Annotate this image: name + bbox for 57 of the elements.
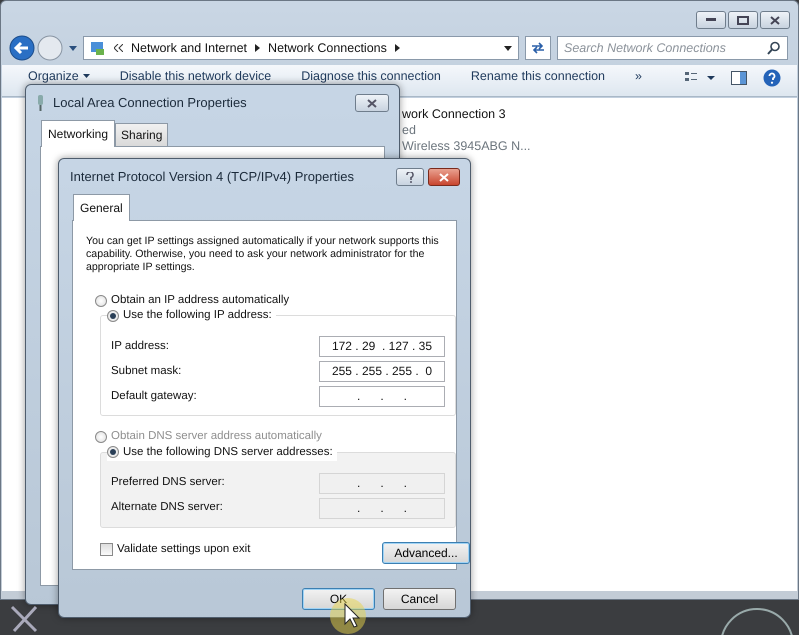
- ip-address-field[interactable]: . . .: [319, 386, 445, 408]
- toolbar-button[interactable]: Rename this connection: [470, 69, 623, 83]
- minimize-icon: [706, 18, 716, 22]
- dialog-button[interactable]: Cancel: [383, 588, 456, 610]
- help-icon: [406, 172, 414, 182]
- refresh-icon: [530, 41, 546, 55]
- overflow-chevron-icon: [114, 44, 123, 52]
- help-icon[interactable]: [763, 69, 781, 87]
- toolbar-button[interactable]: Organize: [28, 69, 108, 83]
- radio-button[interactable]: Use the following IP address:: [107, 307, 272, 324]
- field-label: IP address:: [111, 339, 169, 354]
- toolbar-button[interactable]: »: [635, 69, 660, 83]
- network-folder-icon: [90, 40, 106, 56]
- toolbar-button[interactable]: Diagnose this connection: [301, 69, 459, 83]
- field-label: Alternate DNS server:: [111, 500, 223, 516]
- close-button[interactable]: [355, 94, 389, 112]
- close-icon: [770, 16, 780, 24]
- field-label: Subnet mask:: [111, 364, 182, 380]
- dialog-title: Local Area Connection Properties: [53, 94, 247, 112]
- close-button[interactable]: [760, 11, 790, 29]
- connection-status: ed: [402, 122, 417, 138]
- field-label: Default gateway:: [111, 389, 197, 404]
- toolbar-button[interactable]: Disable this network device: [120, 69, 290, 83]
- help-button[interactable]: [396, 168, 424, 186]
- caret-icon: [82, 74, 90, 78]
- maximize-icon: [737, 16, 749, 24]
- close-icon: [367, 98, 377, 108]
- connection-adapter: Wireless 3945ABG N...: [402, 138, 531, 154]
- field-label: Preferred DNS server:: [111, 475, 225, 490]
- breadcrumb-arrow-icon[interactable]: [255, 44, 260, 52]
- network-adapter-icon: [36, 95, 45, 111]
- description-text: You can get IP settings assigned automatically if your network supports this capability. Otherwise, you need to ask your network administrator for the appropriate IP settings.: [86, 235, 440, 274]
- history-caret-icon[interactable]: [69, 46, 77, 50]
- dropdown-caret-icon[interactable]: [504, 46, 512, 50]
- address-bar[interactable]: Network and Internet Network Connections: [83, 36, 519, 60]
- maximize-button[interactable]: [728, 11, 758, 29]
- advanced-button[interactable]: Advanced...: [382, 542, 470, 564]
- breadcrumb-item[interactable]: Network Connections: [268, 38, 387, 58]
- refresh-button[interactable]: [525, 36, 551, 60]
- tab[interactable]: General: [73, 194, 130, 221]
- validate-checkbox[interactable]: Validate settings upon exit: [100, 540, 250, 558]
- breadcrumb-item[interactable]: Network and Internet: [131, 38, 248, 58]
- tab[interactable]: Networking: [41, 120, 116, 147]
- preview-pane-icon[interactable]: [731, 71, 747, 85]
- close-icon: [439, 172, 449, 182]
- dialog-button[interactable]: OK: [302, 588, 375, 610]
- close-button[interactable]: [428, 168, 460, 186]
- ip-address-field[interactable]: 172 . 29 . 127 . 35: [319, 336, 445, 358]
- radio-button[interactable]: Obtain an IP address automatically: [95, 292, 456, 310]
- connection-name[interactable]: work Connection 3: [402, 106, 531, 122]
- back-button[interactable]: [9, 35, 35, 61]
- breadcrumb-arrow-icon[interactable]: [394, 44, 400, 52]
- ip-address-field[interactable]: 255 . 255 . 255 . 0: [319, 361, 445, 382]
- tab[interactable]: Sharing: [115, 123, 168, 146]
- dialog-title: Internet Protocol Version 4 (TCP/IPv4) Properties: [70, 168, 354, 186]
- search-icon[interactable]: [767, 41, 781, 55]
- minimize-button[interactable]: [696, 11, 726, 29]
